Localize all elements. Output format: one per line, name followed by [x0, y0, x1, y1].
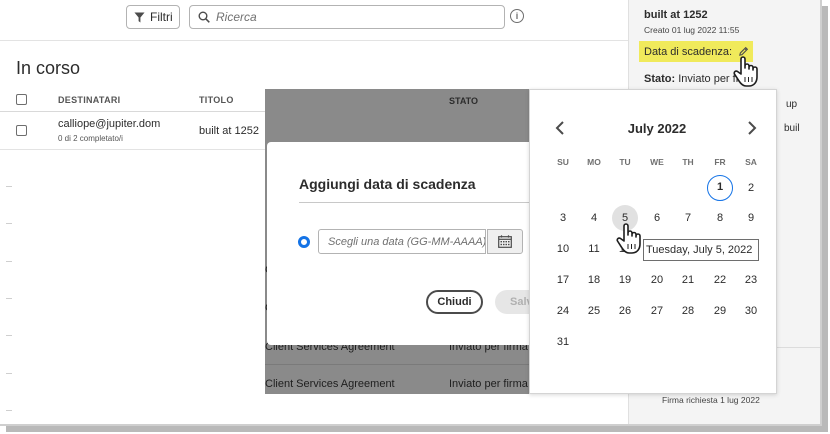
- calendar-day-29[interactable]: 29: [707, 298, 733, 324]
- calendar-button[interactable]: [487, 229, 523, 254]
- calendar-day-27[interactable]: 27: [644, 298, 670, 324]
- weekday-label: FR: [714, 157, 726, 167]
- column-header-title[interactable]: TITOLO: [199, 95, 234, 105]
- dialog-divider: [299, 202, 529, 203]
- date-tooltip: Tuesday, July 5, 2022: [643, 239, 759, 261]
- window-shadow: [6, 426, 828, 432]
- calendar-day-22[interactable]: 22: [707, 267, 733, 293]
- calendar-day-2[interactable]: 2: [738, 175, 764, 201]
- next-month-button[interactable]: [744, 118, 760, 138]
- row-marker: [6, 186, 12, 187]
- calendar-day-30[interactable]: 30: [738, 298, 764, 324]
- status-value: Inviato per fi: [678, 73, 739, 85]
- deadline-label: Data di scadenza:: [644, 45, 733, 58]
- filter-label: Filtri: [150, 10, 173, 24]
- calendar-day-21[interactable]: 21: [675, 267, 701, 293]
- weekday-label: SA: [745, 157, 757, 167]
- row-marker: [6, 410, 12, 411]
- calendar-day-24[interactable]: 24: [550, 298, 576, 324]
- app-window: Filtri i In corso DESTINATARI TITOLO cal…: [0, 0, 822, 426]
- month-label: July 2022: [627, 121, 687, 136]
- search-input[interactable]: [216, 10, 496, 24]
- filter-button[interactable]: Filtri: [126, 5, 180, 29]
- filter-icon: [134, 11, 145, 23]
- weekday-label: TU: [619, 157, 631, 167]
- weekday-label: TH: [682, 157, 694, 167]
- row-marker: [6, 261, 12, 262]
- details-text-fragment: up: [786, 99, 798, 110]
- calendar-day-28[interactable]: 28: [675, 298, 701, 324]
- calendar-day-26[interactable]: 26: [612, 298, 638, 324]
- weekday-label: WE: [650, 157, 664, 167]
- chevron-right-icon: [748, 121, 757, 135]
- details-text-fragment: buil: [784, 123, 800, 134]
- select-all-checkbox[interactable]: [16, 94, 27, 105]
- weekday-label: MO: [587, 157, 601, 167]
- agreement-title: built at 1252: [199, 125, 259, 137]
- details-title: built at 1252: [644, 9, 708, 21]
- calendar-day-4[interactable]: 4: [581, 205, 607, 231]
- calendar-day-8[interactable]: 8: [707, 205, 733, 231]
- calendar-day-20[interactable]: 20: [644, 267, 670, 293]
- background-row-status: Inviato per firma: [449, 378, 528, 390]
- dialog-title: Aggiungi data di scadenza: [299, 176, 476, 192]
- status-label: Stato:: [644, 73, 676, 85]
- info-icon[interactable]: i: [510, 9, 524, 23]
- close-button[interactable]: Chiudi: [426, 290, 483, 314]
- row-marker: [6, 298, 12, 299]
- row-marker: [6, 223, 12, 224]
- row-marker: [6, 373, 12, 374]
- background-row-title: Client Services Agreement: [265, 378, 395, 390]
- background-row-divider: [265, 364, 529, 365]
- calendar-day-23[interactable]: 23: [738, 267, 764, 293]
- row-marker: [6, 335, 12, 336]
- previous-month-button[interactable]: [552, 118, 568, 138]
- hand-cursor-icon: [616, 223, 641, 254]
- calendar-day-6[interactable]: 6: [644, 205, 670, 231]
- calendar-day-7[interactable]: 7: [675, 205, 701, 231]
- row-checkbox[interactable]: [16, 125, 27, 136]
- calendar-day-17[interactable]: 17: [550, 267, 576, 293]
- search-box[interactable]: [189, 5, 505, 29]
- column-header-recipients[interactable]: DESTINATARI: [58, 95, 120, 105]
- calendar-day-3[interactable]: 3: [550, 205, 576, 231]
- recipient-progress: 0 di 2 completato/i: [58, 134, 123, 143]
- section-title: In corso: [16, 58, 81, 78]
- date-radio[interactable]: [298, 236, 310, 248]
- column-header-status: STATO: [449, 96, 478, 106]
- calendar-day-1[interactable]: 1: [707, 175, 733, 201]
- calendar-day-11[interactable]: 11: [581, 236, 607, 262]
- window-shadow: [822, 6, 828, 432]
- details-created: Creato 01 lug 2022 11:55: [644, 25, 740, 35]
- calendar-day-25[interactable]: 25: [581, 298, 607, 324]
- details-status: Stato: Inviato per fi: [644, 73, 738, 85]
- calendar-day-31[interactable]: 31: [550, 329, 576, 355]
- date-input[interactable]: [318, 229, 486, 254]
- chevron-left-icon: [555, 121, 564, 135]
- search-icon: [198, 11, 210, 23]
- recipient-email: calliope@jupiter.dom: [58, 118, 161, 130]
- calendar-day-19[interactable]: 19: [612, 267, 638, 293]
- toolbar-divider: [0, 40, 628, 41]
- calendar-day-18[interactable]: 18: [581, 267, 607, 293]
- signature-requested: Firma richiesta 1 lug 2022: [662, 395, 760, 405]
- calendar-day-9[interactable]: 9: [738, 205, 764, 231]
- calendar-day-10[interactable]: 10: [550, 236, 576, 262]
- weekday-label: SU: [557, 157, 569, 167]
- hand-cursor-icon: [733, 56, 758, 87]
- calendar-icon: [498, 235, 512, 248]
- deadline-dialog: Aggiungi data di scadenza Chiudi Salv: [267, 142, 555, 345]
